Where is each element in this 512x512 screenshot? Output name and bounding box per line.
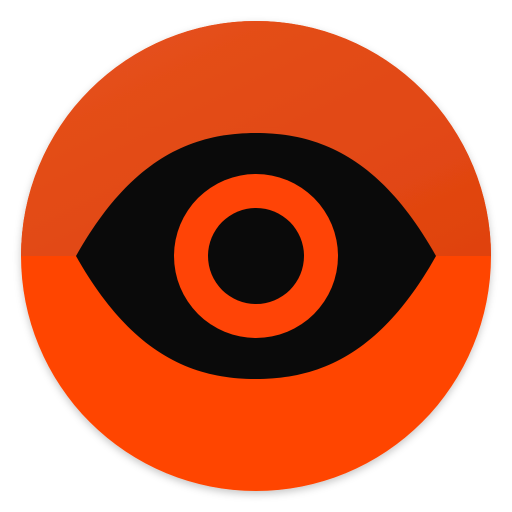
eye-pupil <box>208 208 304 304</box>
eye-icon <box>21 21 491 491</box>
icon-canvas <box>0 0 512 512</box>
